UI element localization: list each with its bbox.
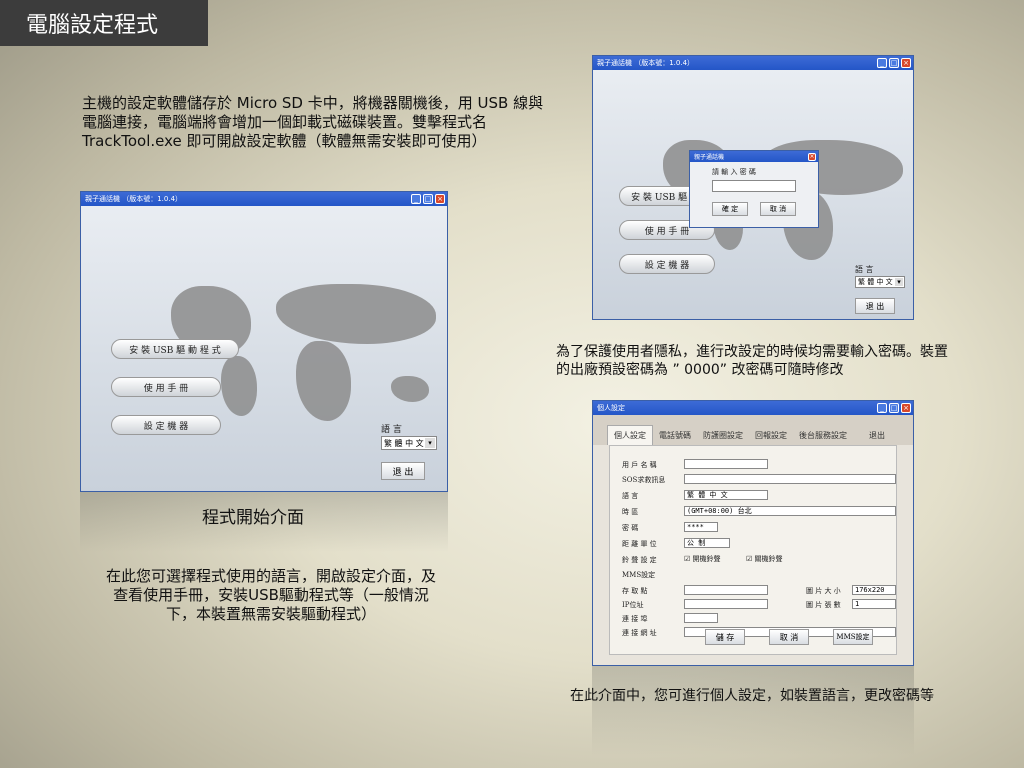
intro-text: 主機的設定軟體儲存於 Micro SD 卡中，將機器關機後，用 USB 線與電腦… (82, 94, 544, 150)
language-select-value: 繁 體 中 文 (384, 438, 424, 448)
image-count-label: 圖 片 張 數 (806, 601, 841, 609)
install-usb-driver-button[interactable]: 安 裝 USB 驅 動 程 式 (111, 339, 239, 359)
settings-window-reflection (592, 666, 914, 756)
chevron-down-icon[interactable]: ▾ (425, 438, 435, 448)
user-manual-button[interactable]: 使 用 手 冊 (111, 377, 221, 397)
tab-personal[interactable]: 個人設定 (607, 425, 653, 445)
exit-button[interactable]: 退 出 (381, 462, 425, 480)
cancel-button[interactable]: 取 消 (760, 202, 796, 216)
language-select[interactable]: 繁 體 中 文 ▾ (381, 436, 437, 450)
start-window-titlebar: 親子通話機 （版本號：1.0.4） _ □ × (81, 192, 447, 206)
password-window: 親子通話機 （版本號：1.0.4） _ □ × 安 裝 USB 驅 動 程 使 … (592, 55, 914, 320)
start-description: 在此您可選擇程式使用的語言，開啟設定介面，及查看使用手冊，安裝USB驅動程式等（… (105, 567, 436, 623)
page-title: 電腦設定程式 (0, 0, 208, 46)
cancel-button[interactable]: 取 消 (769, 629, 809, 645)
personal-settings-panel: 用 戶 名 稱 SOS求救訊息 語 言 繁 體 中 文 時 區 (GMT+08:… (609, 445, 897, 655)
maximize-icon[interactable]: □ (423, 194, 433, 204)
password-label: 密 碼 (622, 524, 639, 532)
password-window-body: 安 裝 USB 驅 動 程 使 用 手 冊 設 定 機 器 語 言 繁 體 中 … (593, 70, 913, 319)
world-map-eurasia (276, 284, 436, 344)
password-dialog-titlebar: 親子通話機 × (690, 151, 818, 162)
access-point-label: 存 取 點 (622, 587, 648, 595)
maximize-icon[interactable]: □ (889, 403, 899, 413)
personal-description: 在此介面中，您可進行個人設定，如裝置語言，更改密碼等 (570, 688, 934, 704)
username-label: 用 戶 名 稱 (622, 461, 657, 469)
start-window-title: 親子通話機 （版本號：1.0.4） (85, 195, 183, 203)
tab-geofence[interactable]: 防護圈設定 (697, 426, 749, 445)
device-settings-button[interactable]: 設 定 機 器 (111, 415, 221, 435)
password-description: 為了保護使用者隱私，進行改設定的時候均需要輸入密碼。裝置的出廠預設密碼為 ” 0… (556, 344, 948, 378)
language-label: 語 言 (381, 425, 402, 435)
sos-message-label: SOS求救訊息 (622, 476, 666, 484)
password-prompt: 請 輸 入 密 碼 (712, 168, 756, 176)
mms-settings-button[interactable]: MMS設定 (833, 629, 873, 645)
port-label: 連 接 埠 (622, 615, 648, 623)
close-icon[interactable]: × (808, 152, 816, 161)
timezone-label: 時 區 (622, 508, 639, 516)
mms-setting-label: MMS設定 (622, 571, 656, 579)
power-off-ring-label: 關機鈴聲 (754, 555, 783, 563)
ip-address-label: IP位址 (622, 601, 644, 609)
url-label: 連 接 網 址 (622, 629, 657, 637)
tab-report[interactable]: 回報設定 (749, 426, 793, 445)
timezone-select[interactable]: (GMT+08:00) 台北 (684, 506, 896, 516)
distance-unit-select[interactable]: 公 制 (684, 538, 730, 548)
password-input[interactable]: **** (684, 522, 718, 532)
personal-settings-window: 個人設定 _ □ × 個人設定 電話號碼 防護圈設定 回報設定 後台服務設定 退… (592, 400, 914, 666)
checkbox-icon: ☑ (746, 555, 755, 563)
world-map-africa (296, 341, 351, 421)
save-button[interactable]: 儲 存 (705, 629, 745, 645)
power-on-ring-label: 開機鈴聲 (692, 555, 721, 563)
close-icon[interactable]: × (901, 403, 911, 413)
minimize-icon[interactable]: _ (411, 194, 421, 204)
tab-phone[interactable]: 電話號碼 (653, 426, 697, 445)
settings-window-titlebar: 個人設定 _ □ × (593, 401, 913, 415)
exit-button[interactable]: 退 出 (855, 298, 895, 314)
sos-message-input[interactable] (684, 474, 896, 484)
world-map-australia (391, 376, 429, 402)
password-dialog: 親子通話機 × 請 輸 入 密 碼 確 定 取 消 (689, 150, 819, 228)
distance-unit-label: 距 離 單 位 (622, 540, 657, 548)
password-window-titlebar: 親子通話機 （版本號：1.0.4） _ □ × (593, 56, 913, 70)
settings-window-title: 個人設定 (597, 404, 625, 412)
maximize-icon[interactable]: □ (889, 58, 899, 68)
chevron-down-icon[interactable]: ▾ (895, 278, 903, 286)
minimize-icon[interactable]: _ (877, 403, 887, 413)
tab-exit[interactable]: 退出 (863, 426, 891, 445)
image-size-select[interactable]: 176x220 (852, 585, 896, 595)
checkbox-icon: ☑ (684, 555, 693, 563)
device-language-label: 語 言 (622, 492, 639, 500)
device-settings-button[interactable]: 設 定 機 器 (619, 254, 715, 274)
ip-address-input[interactable] (684, 599, 768, 609)
language-label: 語 言 (855, 265, 874, 274)
language-select[interactable]: 繁 體 中 文 ▾ (855, 276, 905, 288)
world-map-south-america (221, 356, 257, 416)
username-input[interactable] (684, 459, 768, 469)
tab-backend[interactable]: 後台服務設定 (793, 426, 853, 445)
password-input[interactable] (712, 180, 796, 192)
password-dialog-title: 親子通話機 (694, 154, 725, 161)
device-language-select[interactable]: 繁 體 中 文 (684, 490, 768, 500)
port-input[interactable] (684, 613, 718, 623)
ring-setting-label: 鈴 聲 設 定 (622, 556, 657, 564)
ok-button[interactable]: 確 定 (712, 202, 748, 216)
start-window-body: 安 裝 USB 驅 動 程 式 使 用 手 冊 設 定 機 器 語 言 繁 體 … (81, 206, 447, 491)
access-point-input[interactable] (684, 585, 768, 595)
close-icon[interactable]: × (435, 194, 445, 204)
image-size-label: 圖 片 大 小 (806, 587, 841, 595)
minimize-icon[interactable]: _ (877, 58, 887, 68)
settings-tabs: 個人設定 電話號碼 防護圈設定 回報設定 後台服務設定 退出 (593, 415, 913, 445)
close-icon[interactable]: × (901, 58, 911, 68)
start-caption: 程式開始介面 (202, 508, 304, 528)
power-off-ring-checkbox[interactable]: ☑ 關機鈴聲 (746, 554, 783, 564)
power-on-ring-checkbox[interactable]: ☑ 開機鈴聲 (684, 554, 721, 564)
start-window: 親子通話機 （版本號：1.0.4） _ □ × 安 裝 USB 驅 動 程 式 … (80, 191, 448, 492)
language-select-value: 繁 體 中 文 (858, 278, 893, 286)
image-count-select[interactable]: 1 (852, 599, 896, 609)
password-window-title: 親子通話機 （版本號：1.0.4） (597, 59, 695, 67)
